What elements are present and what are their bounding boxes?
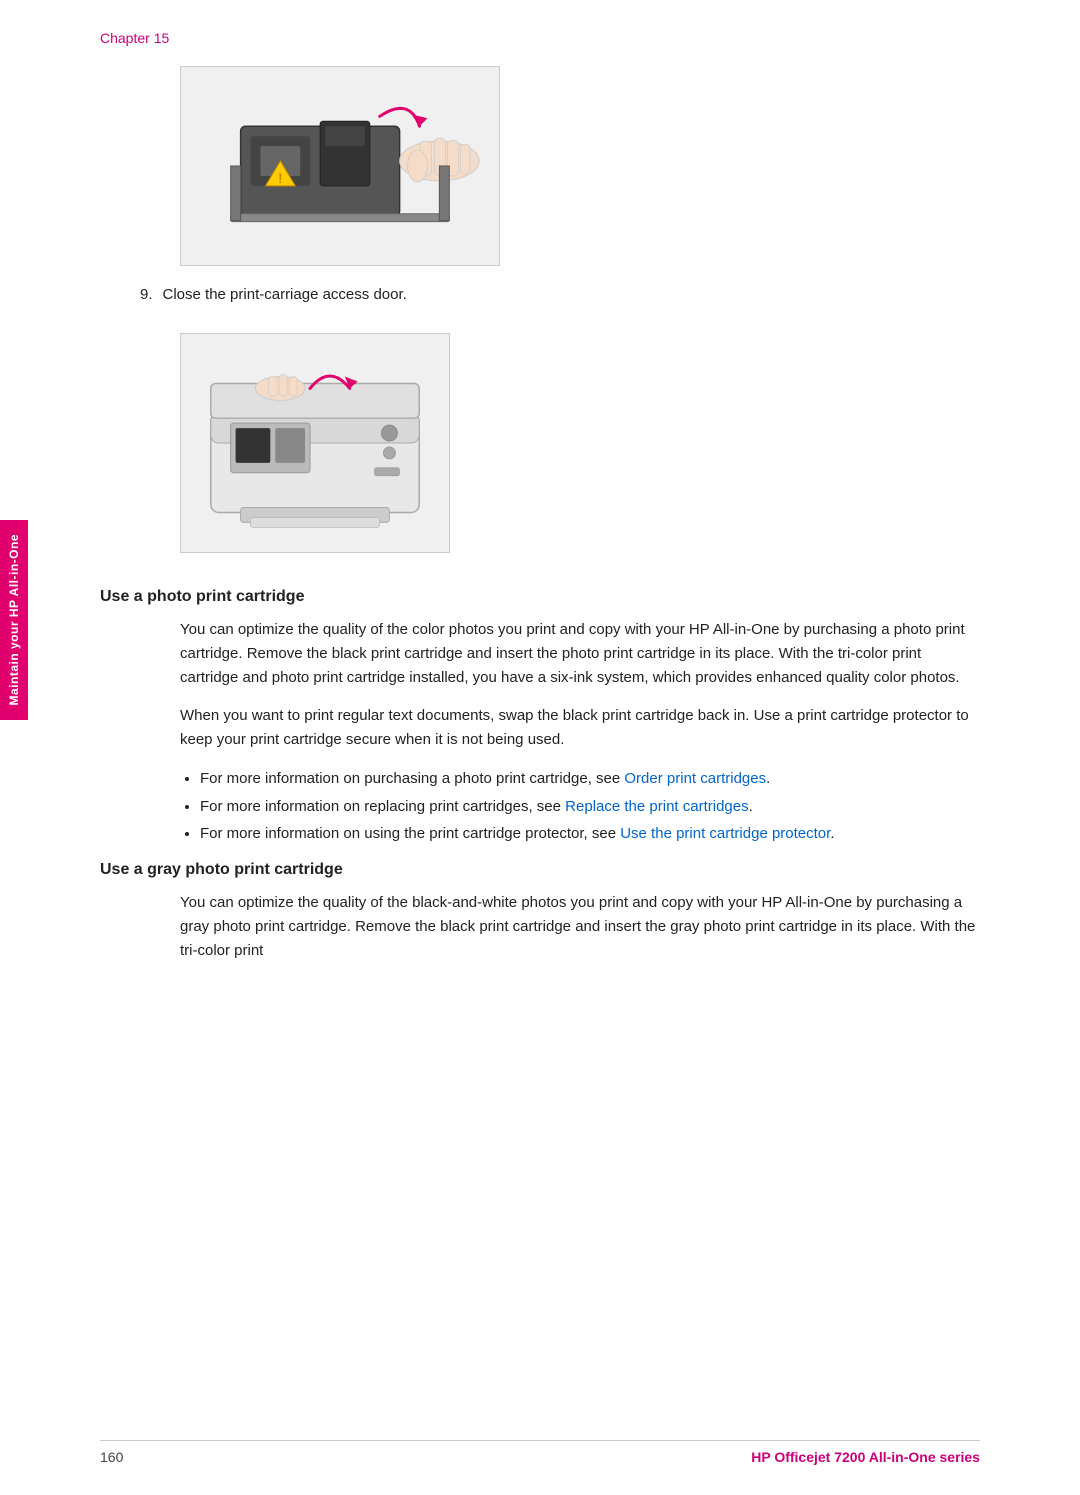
- cartridge-protector-link[interactable]: Use the print cartridge protector: [620, 825, 830, 842]
- bullet-3: For more information on using the print …: [200, 821, 980, 847]
- bullet3-prefix: For more information on using the print …: [200, 825, 620, 842]
- close-door-svg: [181, 333, 449, 553]
- page: Maintain your HP All-in-One Chapter 15 !: [0, 0, 1080, 1495]
- bullet-2: For more information on replacing print …: [200, 794, 980, 820]
- bullet1-suffix: .: [766, 770, 770, 787]
- order-print-cartridges-link[interactable]: Order print cartridges: [624, 770, 766, 787]
- section1-bullets: For more information on purchasing a pho…: [200, 766, 980, 847]
- product-name: HP Officejet 7200 All-in-One series: [751, 1449, 980, 1465]
- step-description: Close the print-carriage access door.: [163, 286, 407, 303]
- illustration-1: !: [180, 66, 500, 266]
- cartridge-insertion-svg: !: [181, 66, 499, 266]
- page-number: 160: [100, 1449, 123, 1465]
- footer: 160 HP Officejet 7200 All-in-One series: [100, 1440, 980, 1465]
- section2-heading: Use a gray photo print cartridge: [100, 861, 980, 879]
- illustration-1-container: !: [180, 66, 980, 266]
- illustration-2-container: [180, 333, 980, 553]
- bullet1-prefix: For more information on purchasing a pho…: [200, 770, 624, 787]
- bullet-1: For more information on purchasing a pho…: [200, 766, 980, 792]
- chapter-label: Chapter 15: [100, 30, 980, 46]
- svg-text:!: !: [278, 170, 283, 186]
- step-number: 9.: [140, 286, 153, 303]
- section1-para2: When you want to print regular text docu…: [180, 704, 980, 752]
- step-9: 9. Close the print-carriage access door.: [140, 286, 980, 303]
- bullet3-suffix: .: [830, 825, 834, 842]
- section2-para1: You can optimize the quality of the blac…: [180, 891, 980, 963]
- side-tab-label: Maintain your HP All-in-One: [7, 534, 21, 706]
- illustration-2: [180, 333, 450, 553]
- bullet2-suffix: .: [749, 798, 753, 815]
- replace-cartridges-link[interactable]: Replace the print cartridges: [565, 798, 748, 815]
- bullet2-prefix: For more information on replacing print …: [200, 798, 565, 815]
- side-tab: Maintain your HP All-in-One: [0, 520, 28, 720]
- section1-heading: Use a photo print cartridge: [100, 588, 980, 606]
- section1-para1: You can optimize the quality of the colo…: [180, 618, 980, 690]
